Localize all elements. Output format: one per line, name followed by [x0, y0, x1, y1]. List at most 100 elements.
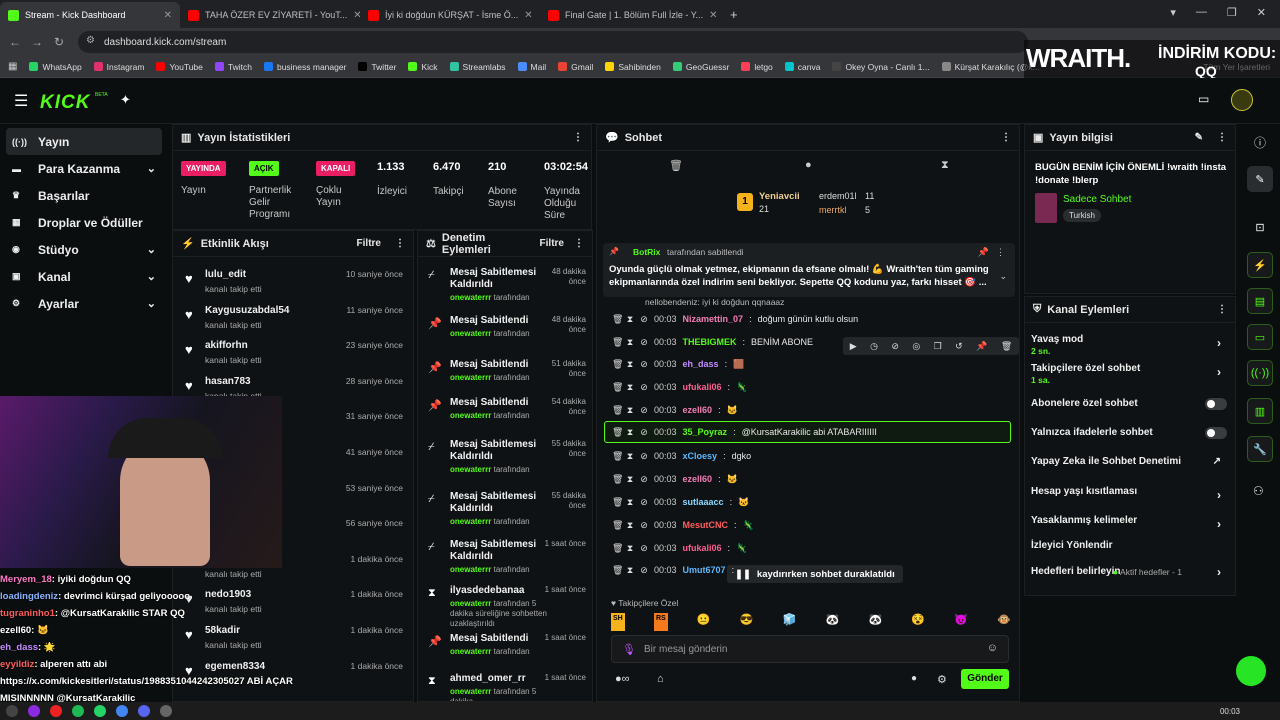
more-icon[interactable]: ⋮ — [1001, 132, 1011, 143]
floating-action-button[interactable] — [1236, 656, 1266, 686]
bookmark-item[interactable]: GeoGuessr — [667, 62, 735, 72]
timeout-icon[interactable]: ⧗ — [626, 543, 634, 554]
chat-message[interactable]: 🗑 ⧗ ⊘ 00:03 xCloesy: dgko — [612, 447, 751, 465]
timeout-icon[interactable]: ⧗ — [626, 382, 634, 393]
bookmark-item[interactable]: canva — [779, 62, 827, 72]
bookmark-item[interactable]: Twitter — [352, 62, 402, 72]
ban-icon[interactable]: ⊘ — [640, 314, 648, 325]
taskbar-app-icon[interactable] — [50, 705, 62, 717]
delete-message-icon[interactable]: 🗑 — [612, 474, 623, 485]
more-icon[interactable]: ⋮ — [996, 247, 1005, 258]
new-tab-button[interactable]: + — [720, 7, 748, 28]
bookmark-item[interactable]: Sahibinden — [599, 62, 667, 72]
quick-action-broadcast[interactable]: ((·)) — [1247, 360, 1273, 386]
browser-tab-2[interactable]: TAHA ÖZER EV ZİYARETİ - YouT... ✕ — [180, 2, 360, 28]
delete-message-icon[interactable]: 🗑 — [612, 451, 623, 462]
chat-message[interactable]: 🗑 ⧗ ⊘ 00:03 35_Poyraz: @KursatKarakilic abi A… — [612, 423, 877, 441]
url-field[interactable]: ⚙ dashboard.kick.com/stream — [78, 31, 1028, 53]
clock-icon[interactable]: ◷ — [870, 341, 878, 352]
chevron-right-icon[interactable]: › — [1217, 365, 1221, 379]
emote-8[interactable]: 🐵 — [997, 613, 1011, 631]
ban-icon[interactable]: ⊘ — [640, 474, 648, 485]
chevron-right-icon[interactable]: › — [1217, 565, 1221, 579]
delete-message-icon[interactable]: 🗑 — [612, 314, 623, 325]
quick-action-chat[interactable]: ▭ — [1247, 324, 1273, 350]
hourglass-icon[interactable]: ⧗ — [941, 159, 949, 172]
delete-message-icon[interactable]: 🗑 — [612, 497, 623, 508]
category-link[interactable]: Sadece Sohbet — [1063, 194, 1131, 205]
delete-message-icon[interactable]: 🗑 — [612, 359, 623, 370]
channel-action-item[interactable]: Yapay Zeka ile Sohbet Denetimi ↗ — [1031, 456, 1231, 467]
delete-message-icon[interactable]: 🗑 — [612, 543, 623, 554]
channel-action-item[interactable]: Yasaklanmış kelimeler › — [1031, 515, 1231, 531]
more-icon[interactable]: ⋮ — [574, 238, 584, 249]
bookmark-item[interactable]: Kick — [402, 62, 443, 72]
activity-filter-button[interactable]: Filtre — [357, 238, 381, 249]
taskbar-app-icon[interactable] — [28, 705, 40, 717]
chat-settings-bubble-icon[interactable]: ● — [911, 673, 917, 684]
chat-message[interactable]: 🗑 ⧗ ⊘ 00:03 Nizamettin_07: doğum günün kutlu … — [612, 310, 858, 328]
maximize-icon[interactable]: ❐ — [1227, 6, 1237, 19]
delete-message-icon[interactable]: 🗑 — [612, 565, 623, 576]
gear-icon[interactable]: ⚙ — [937, 673, 947, 686]
bookmark-item[interactable]: Gmail — [552, 62, 599, 72]
taskbar-chrome-icon[interactable] — [116, 705, 128, 717]
timeout-icon[interactable]: ⧗ — [626, 451, 634, 462]
more-icon[interactable]: ⋮ — [1217, 132, 1227, 143]
kick-logo[interactable]: KICK — [40, 92, 90, 114]
channel-action-item[interactable]: İzleyici Yönlendir — [1031, 540, 1231, 551]
avatar[interactable] — [1231, 89, 1253, 111]
ban-icon[interactable]: ⊘ — [640, 497, 648, 508]
emote-5[interactable]: 🐼 — [869, 613, 883, 631]
sidebar-item-0[interactable]: ((·)) Yayın — [6, 128, 162, 155]
channel-action-item[interactable]: Hesap yaşı kısıtlaması › — [1031, 486, 1231, 502]
chat-username[interactable]: ezell60 — [683, 405, 713, 415]
chat-username[interactable]: Umut6707 — [683, 565, 726, 575]
sidebar-item-3[interactable]: ▦ Droplar ve Ödüller — [6, 209, 162, 236]
trash-icon[interactable]: 🗑 — [669, 159, 683, 172]
bookmark-item[interactable]: Okey Oyna - Canlı 1... — [826, 62, 935, 72]
external-link-icon[interactable]: ↗ — [1213, 456, 1221, 467]
forward-icon[interactable]: → — [26, 35, 48, 49]
ban-icon[interactable]: ⊘ — [640, 427, 648, 438]
close-tab-icon[interactable]: ✕ — [353, 10, 360, 21]
moderation-filter-button[interactable]: Filtre — [540, 238, 564, 249]
bookmark-item[interactable]: WhatsApp — [23, 62, 87, 72]
chat-username[interactable]: xCloesy — [683, 451, 718, 461]
bookmark-item[interactable]: YouTube — [150, 62, 208, 72]
channel-action-item[interactable]: Takipçilere özel sohbet › 1 sa. — [1031, 363, 1231, 385]
emote-7[interactable]: 😈 — [954, 613, 968, 631]
chat-username[interactable]: ezell60 — [683, 474, 713, 484]
taskbar-spotify-icon[interactable] — [72, 705, 84, 717]
reload-icon[interactable]: ↻ — [48, 35, 70, 49]
timeout-icon[interactable]: ⧗ — [626, 497, 634, 508]
chat-username[interactable]: ufukali06 — [683, 382, 722, 392]
bookmark-item[interactable]: Twitch — [209, 62, 258, 72]
bookmark-item[interactable]: Instagram — [88, 62, 151, 72]
chat-message-input[interactable]: 🎙 Bir mesaj gönderin ☺ — [611, 635, 1009, 663]
chevron-down-icon[interactable]: ⌄ — [147, 162, 156, 175]
chat-username[interactable]: THEBIGMEK — [683, 337, 737, 347]
emote-3[interactable]: 🧊 — [783, 613, 797, 631]
bookmark-item[interactable]: Mail — [512, 62, 553, 72]
microphone-icon[interactable]: 🎙 — [622, 643, 636, 656]
chevron-right-icon[interactable]: › — [1217, 336, 1221, 350]
chat-username[interactable]: Nizamettin_07 — [683, 314, 744, 324]
delete-message-icon[interactable]: 🗑 — [612, 337, 623, 348]
chat-message[interactable]: 🗑 ⧗ ⊘ 00:03 sutlaaacc: 🐱 — [612, 493, 749, 511]
browser-tab-4[interactable]: Final Gate | 1. Bölüm Full İzle - Y... ✕ — [540, 2, 720, 28]
chevron-down-icon[interactable]: ⌄ — [147, 270, 156, 283]
tab-search-icon[interactable]: ▾ — [1170, 6, 1176, 19]
ban-icon[interactable]: ⊘ — [640, 405, 648, 416]
chevron-down-icon[interactable]: ⌄ — [999, 271, 1007, 282]
quick-action-archive[interactable]: ▥ — [1247, 398, 1273, 424]
hide-icon[interactable]: ⊘ — [891, 341, 899, 352]
reply-icon[interactable]: ◎ — [912, 341, 920, 352]
theater-mode-icon[interactable]: ▭ — [1198, 92, 1209, 106]
back-icon[interactable]: ← — [4, 35, 26, 49]
chat-message[interactable]: 🗑 ⧗ ⊘ 00:03 Umut6707: — [612, 561, 740, 579]
sidebar-item-4[interactable]: ◉ Stüdyo ⌄ — [6, 236, 162, 263]
emote-2[interactable]: 😎 — [740, 613, 754, 631]
timeout-icon[interactable]: ⧗ — [626, 565, 634, 576]
emote-6[interactable]: 😵 — [911, 613, 925, 631]
